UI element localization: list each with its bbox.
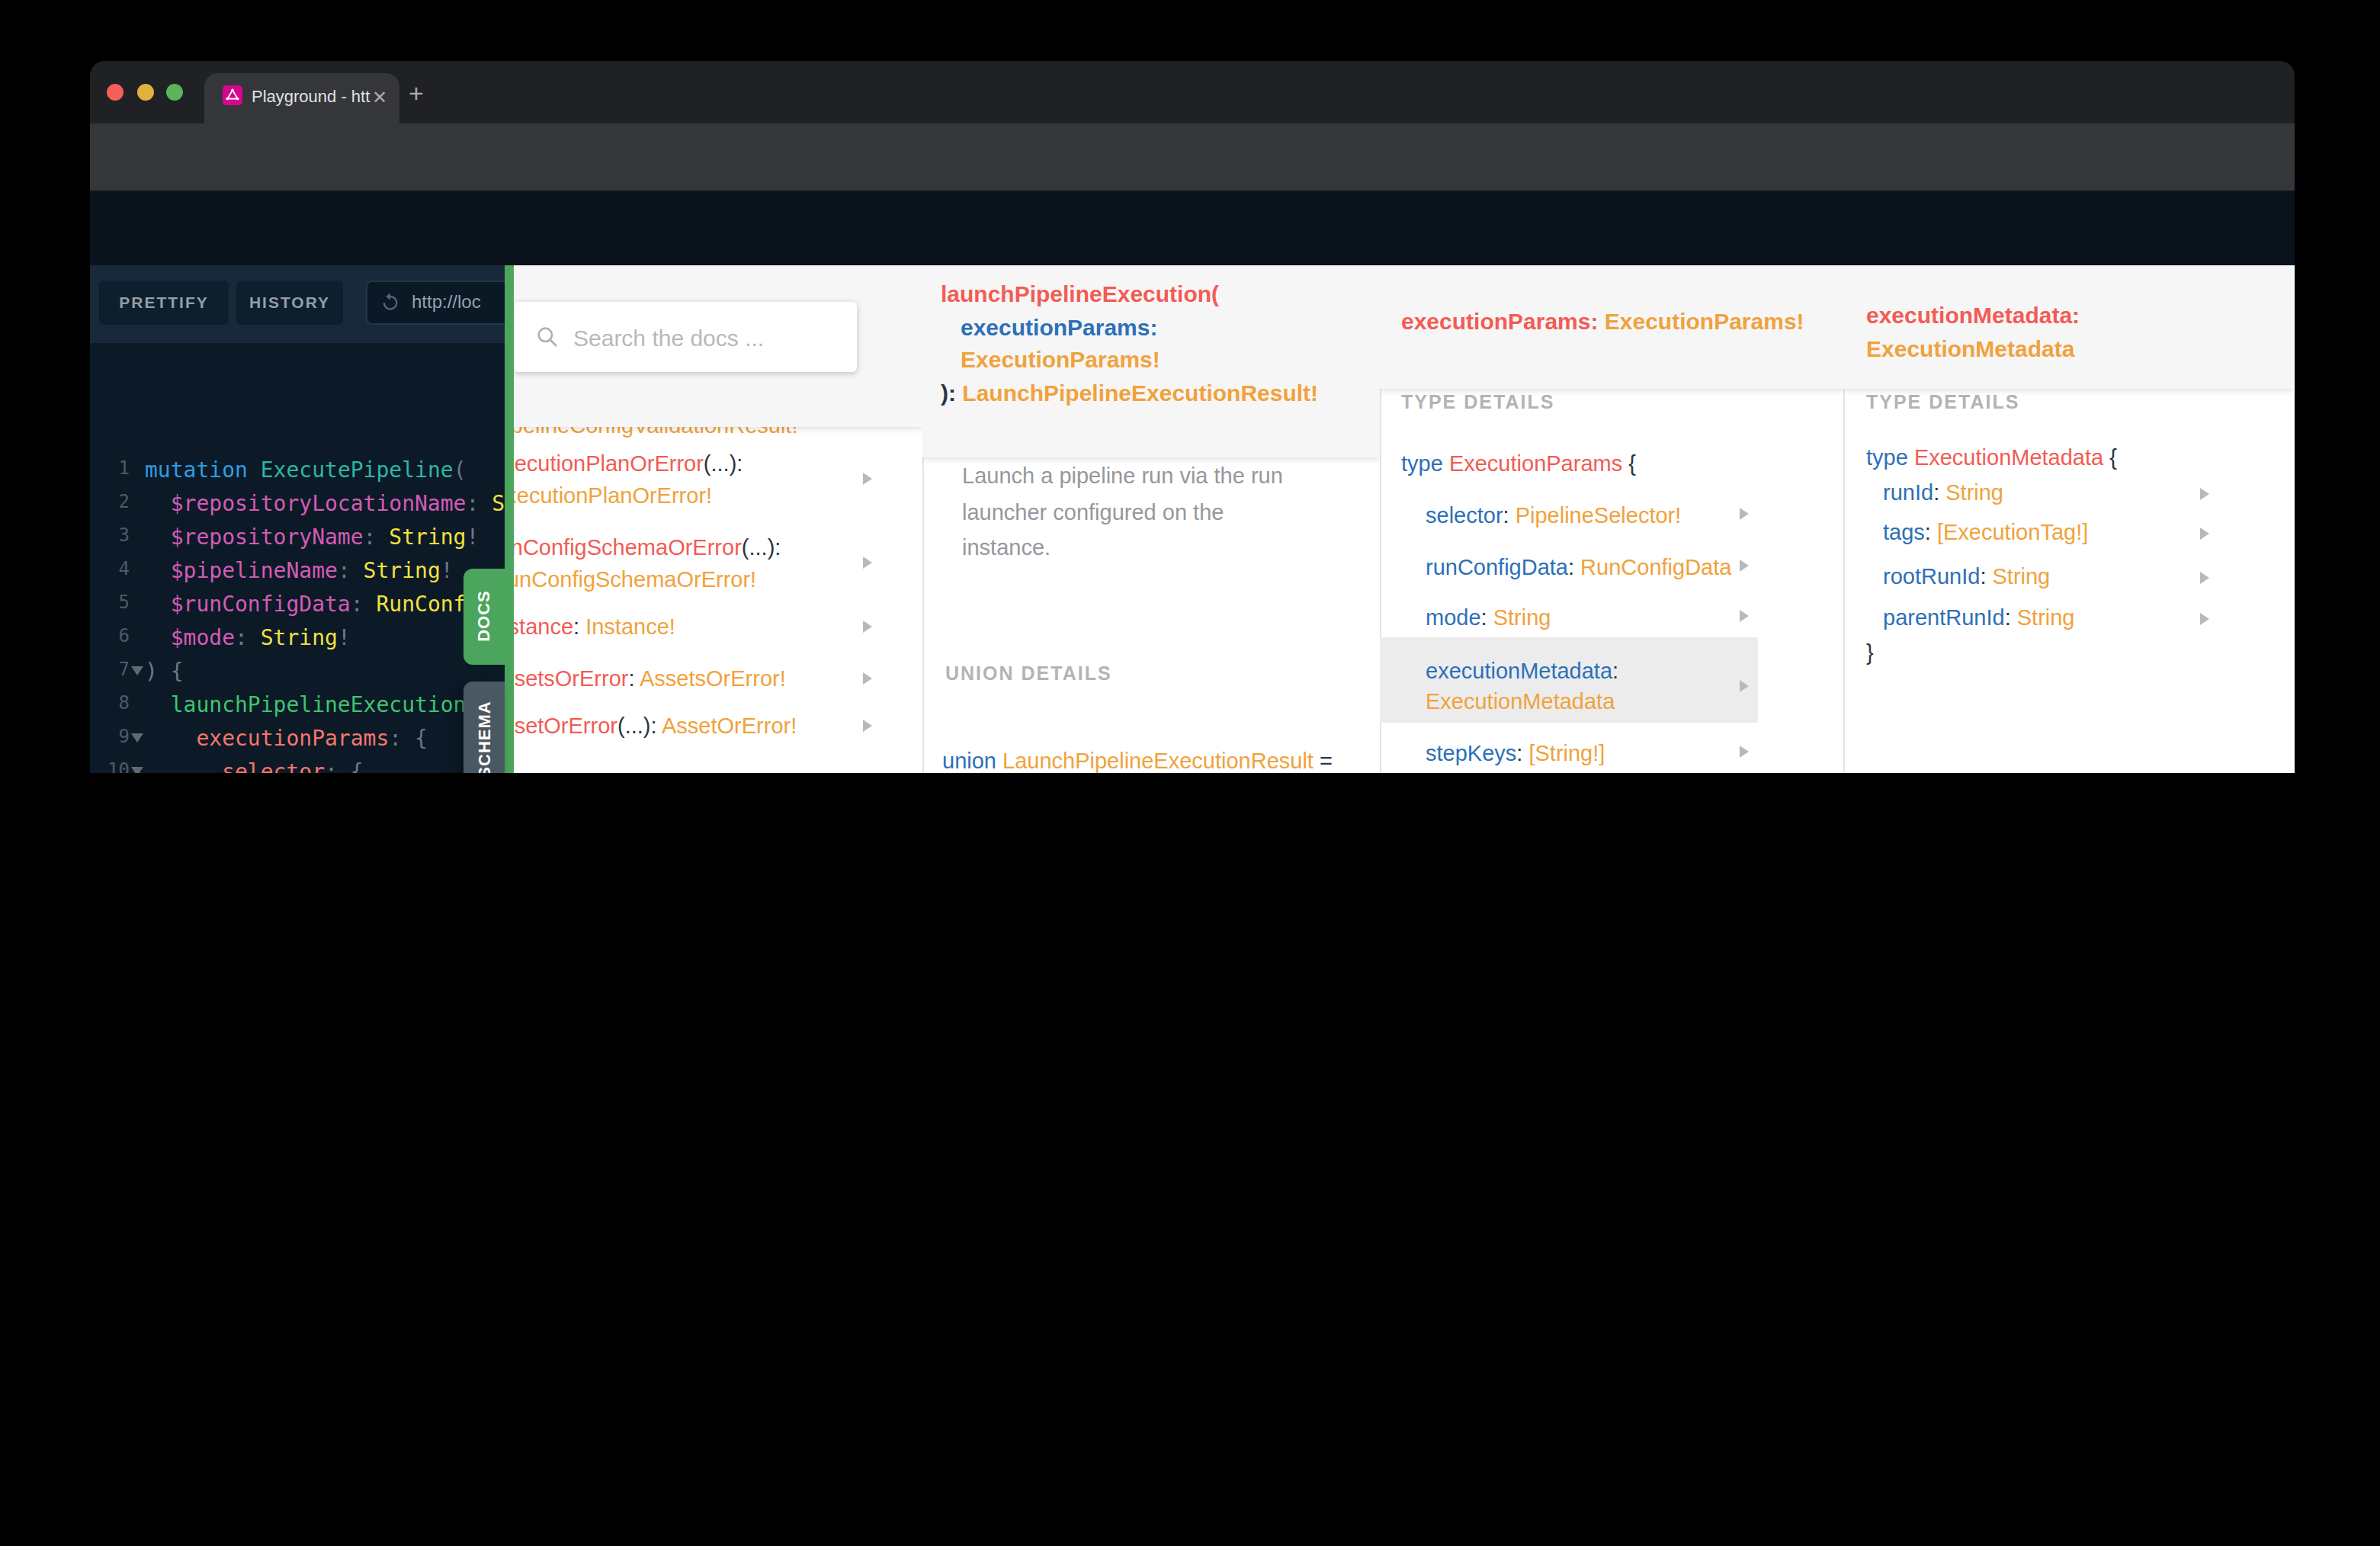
docs-item-assetsOrError[interactable]: assetsOrError: AssetsOrError! (514, 663, 786, 695)
docs-column-type2: executionMetadata:ExecutionMetadata TYPE … (1843, 265, 2293, 773)
field-header: launchPipelineExecution(executionParams:… (922, 265, 1380, 457)
tab-close-icon[interactable]: ✕ (372, 87, 387, 108)
code-line: $repositoryLocationName: String! (145, 486, 505, 519)
field-header-text: executionMetadata:ExecutionMetadata (1866, 299, 2080, 366)
chevron-right-icon[interactable] (863, 720, 872, 732)
close-window-button[interactable] (106, 83, 123, 100)
fold-arrow-icon[interactable] (131, 767, 143, 773)
type-declaration: type ExecutionMetadata { (1866, 445, 2117, 470)
chrome-toolbar: localhost:3333/graphql Guest (90, 123, 2295, 191)
line-number: 1 (90, 457, 130, 478)
code-line: $repositoryName: String! (145, 519, 479, 553)
endpoint-value: http://loc (412, 291, 481, 313)
code-line: $mode: String! (145, 620, 351, 653)
editor-toolbar: PRETTIFY HISTORY http://loc (90, 265, 505, 343)
field-description: Launch a pipeline run via the runlaunche… (962, 459, 1283, 566)
type-field-runId[interactable]: runId: String (1883, 480, 2003, 505)
docs-resize-handle[interactable] (505, 265, 514, 773)
line-number: 5 (90, 591, 130, 612)
line-number: 7 (90, 658, 130, 679)
union-declaration: union LaunchPipelineExecutionResult = (942, 749, 1333, 773)
union-details-header: UNION DETAILS (945, 663, 1112, 685)
browser-window: Playground - http://localhost:3 ✕ + loca… (90, 61, 2295, 773)
replay-icon (380, 291, 401, 313)
docs-side-tab[interactable]: DOCS (463, 568, 505, 665)
chevron-right-icon[interactable] (1740, 508, 1749, 520)
code-line: executionParams: { (145, 720, 428, 754)
type-declaration: type ExecutionParams { (1401, 451, 1636, 476)
chevron-right-icon[interactable] (863, 672, 872, 685)
search-placeholder: Search the docs ... (573, 324, 764, 350)
minimize-window-button[interactable] (136, 83, 153, 100)
chevron-right-icon[interactable] (2200, 528, 2209, 540)
chevron-right-icon[interactable] (1740, 680, 1749, 692)
line-number: 4 (90, 557, 130, 579)
chevron-right-icon[interactable] (863, 621, 872, 633)
chrome-tabstrip: Playground - http://localhost:3 ✕ + (90, 61, 2295, 123)
docs-column-field: launchPipelineExecution(executionParams:… (922, 265, 1381, 773)
line-number: 10 (90, 759, 130, 773)
code-line: selector: { (145, 754, 364, 773)
chevron-right-icon[interactable] (2200, 488, 2209, 500)
docs-panel: DOCS SCHEMA PipelineConfigValidationResu… (505, 265, 2295, 773)
tab-title: Playground - http://localhost:3 (252, 87, 370, 111)
line-number: 9 (90, 725, 130, 746)
line-number: 8 (90, 691, 130, 713)
playground-header: M ExecutePipeline ✕ + (90, 191, 2295, 265)
search-icon (535, 325, 560, 349)
query-code-editor[interactable]: 1 mutation ExecutePipeline( 2 $repositoryL… (90, 343, 505, 773)
type-field-mode[interactable]: mode: String (1426, 602, 1551, 633)
screenshot: Playground - http://localhost:3 ✕ + loca… (0, 0, 2380, 773)
code-line: launchPipelineExecution( (145, 687, 479, 720)
endpoint-input[interactable]: http://loc (366, 280, 505, 324)
docs-search-header: Search the docs ... (514, 265, 922, 427)
docs-search-input[interactable]: Search the docs ... (514, 302, 857, 372)
type-details-header: TYPE DETAILS (1401, 392, 1554, 413)
chevron-right-icon[interactable] (863, 473, 872, 485)
type-details-header: TYPE DETAILS (1866, 392, 2019, 413)
type-field-executionMetadata[interactable]: executionMetadata:ExecutionMetadata (1426, 656, 1618, 717)
docs-item-runConfigSchemaOrError[interactable]: runConfigSchemaOrError(...):RunConfigSch… (514, 532, 781, 596)
fold-arrow-icon[interactable] (131, 733, 143, 743)
code-line: ) { (145, 653, 184, 687)
docs-item-instance[interactable]: instance: Instance! (514, 611, 675, 643)
prettify-button[interactable]: PRETTIFY (99, 280, 229, 324)
chevron-right-icon[interactable] (1740, 560, 1749, 572)
type-field-runConfigData[interactable]: runConfigData: RunConfigData (1426, 552, 1731, 582)
history-button[interactable]: HISTORY (236, 280, 343, 324)
docs-column-search: PipelineConfigValidationResult!execution… (514, 265, 924, 773)
argument-header: executionParams: ExecutionParams! (1380, 265, 1843, 389)
line-number: 3 (90, 524, 130, 545)
docs-item-executionPlanOrError[interactable]: executionPlanOrError(...):ExecutionPlanO… (514, 448, 743, 512)
query-editor-panel: PRETTIFY HISTORY http://loc 1 mutation Ex… (90, 265, 505, 773)
type-close-brace: } (1866, 640, 1874, 665)
type-field-parentRunId[interactable]: parentRunId: String (1883, 605, 2075, 630)
chevron-right-icon[interactable] (2200, 613, 2209, 625)
schema-side-tab[interactable]: SCHEMA (463, 681, 505, 773)
fold-arrow-icon[interactable] (131, 666, 143, 675)
docs-item-assetOrError[interactable]: assetOrError(...): AssetOrError! (514, 710, 797, 743)
line-number: 2 (90, 490, 130, 512)
new-tab-button[interactable]: + (409, 81, 424, 107)
field-header: executionMetadata:ExecutionMetadata (1843, 265, 2293, 389)
field-signature: launchPipelineExecution(executionParams:… (941, 277, 1318, 409)
code-line: $runConfigData: RunConfigData! (145, 586, 505, 620)
graphql-favicon (223, 85, 242, 105)
browser-tab[interactable]: Playground - http://localhost:3 ✕ (204, 73, 399, 123)
chevron-right-icon[interactable] (863, 556, 872, 569)
type-field-stepKeys[interactable]: stepKeys: [String!] (1426, 738, 1605, 768)
type-field-selector[interactable]: selector: PipelineSelector! (1426, 500, 1681, 531)
type-field-tags[interactable]: tags: [ExecutionTag!] (1883, 520, 2088, 544)
code-line: mutation ExecutePipeline( (145, 452, 467, 486)
type-field-rootRunId[interactable]: rootRunId: String (1883, 564, 2050, 589)
chevron-right-icon[interactable] (1740, 746, 1749, 758)
chevron-right-icon[interactable] (1740, 610, 1749, 622)
code-line: $pipelineName: String! (145, 553, 454, 586)
argument-header-text: executionParams: ExecutionParams! (1401, 308, 1804, 334)
zoom-window-button[interactable] (165, 83, 182, 100)
line-number: 6 (90, 624, 130, 646)
chevron-right-icon[interactable] (2200, 572, 2209, 584)
docs-column-type: executionParams: ExecutionParams! TYPE DE… (1380, 265, 1845, 773)
